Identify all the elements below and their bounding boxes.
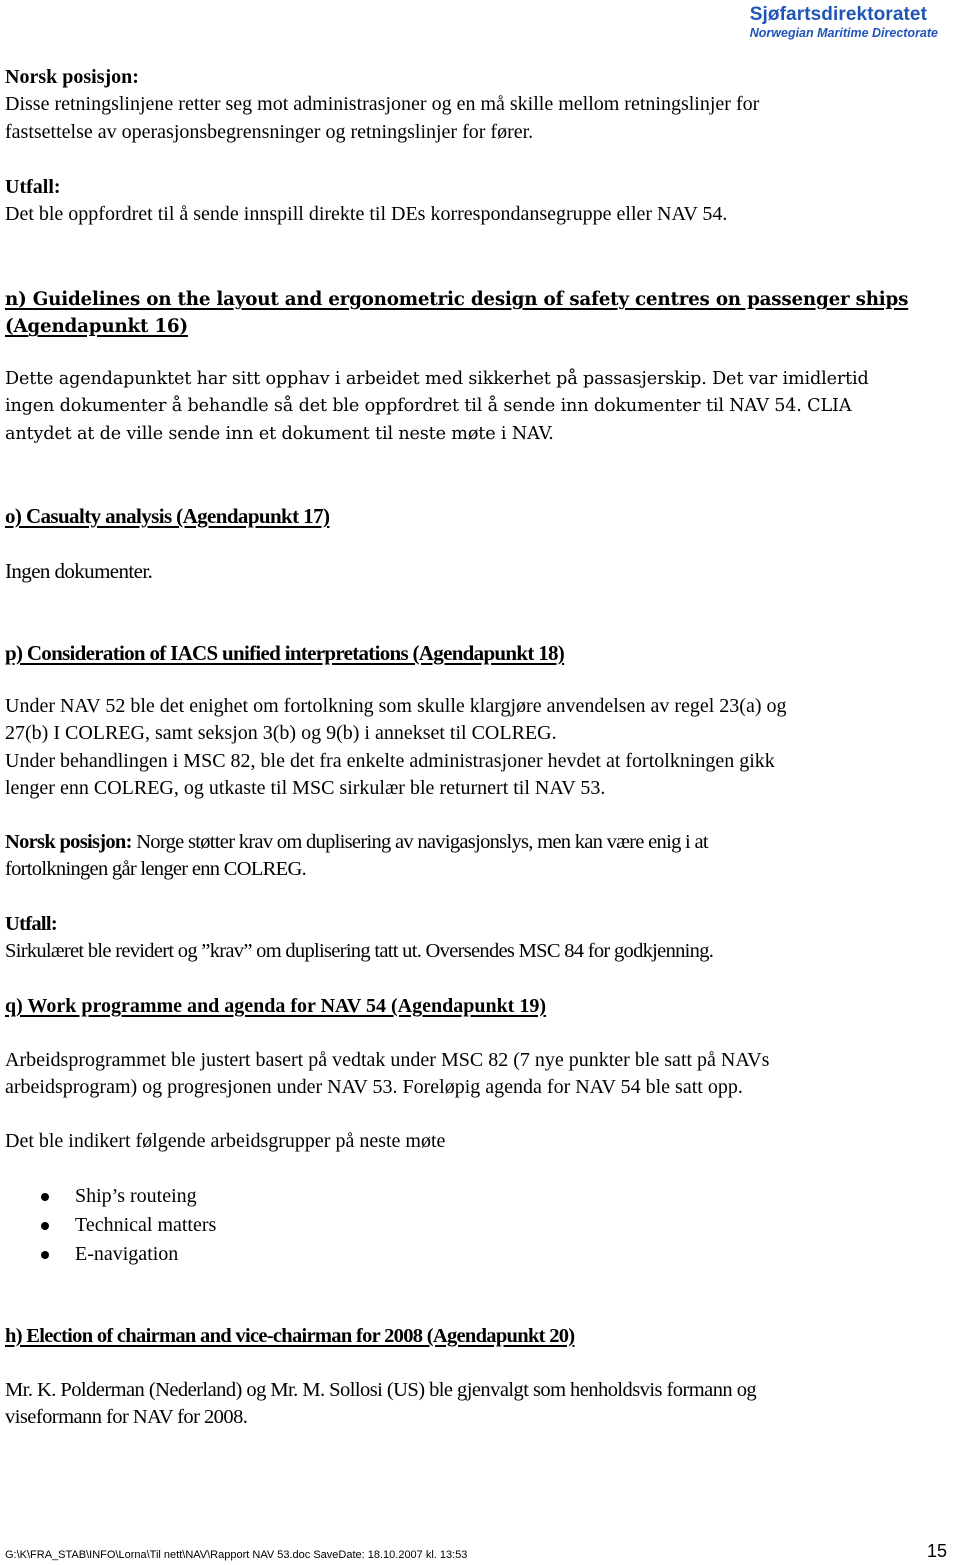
section-q: q) Work programme and agenda for NAV 54 …: [5, 993, 940, 1020]
paragraph-line: Under behandlingen i MSC 82, ble det fra…: [5, 749, 775, 772]
paragraph-line: Mr. K. Polderman (Nederland) og Mr. M. S…: [5, 1379, 757, 1401]
paragraph-text: Norge støtter krav om duplisering av nav…: [131, 831, 708, 853]
paragraph-line: fastsettelse av operasjonsbegrensninger …: [5, 120, 534, 143]
section-p-heading: p) Consideration of IACS unified interpr…: [5, 641, 565, 665]
list-item-text: Ship’s routeing: [75, 1185, 197, 1207]
bullet-icon: [41, 1222, 49, 1230]
list-item: E-navigation: [5, 1240, 940, 1269]
section-o-heading: o) Casualty analysis (Agendapunkt 17): [5, 504, 330, 528]
paragraph-line: Sirkulæret ble revidert og ”krav” om dup…: [5, 940, 714, 963]
heading-line: n) Guidelines on the layout and ergonome…: [5, 289, 909, 310]
paragraph-line: viseformann for NAV for 2008.: [5, 1406, 248, 1429]
section-p: p) Consideration of IACS unified interpr…: [5, 640, 940, 668]
section-o-body: Ingen dokumenter.: [5, 558, 940, 585]
paragraph-line: Ingen dokumenter.: [5, 559, 153, 583]
utfall-label: Utfall:: [5, 176, 61, 198]
paragraph-line: Det ble oppfordret til å sende innspill …: [5, 203, 728, 226]
bullet-icon: [41, 1193, 49, 1201]
section-n-body: Dette agendapunktet har sitt opphav i ar…: [5, 366, 940, 448]
paragraph-line: Under NAV 52 ble det enighet om fortolkn…: [5, 695, 787, 717]
intro-norsk-posisjon: Norsk posisjon: Disse retningslinjene re…: [5, 64, 940, 146]
bullet-icon: [41, 1251, 49, 1259]
paragraph-line: Disse retningslinjene retter seg mot adm…: [5, 93, 760, 116]
section-h: h) Election of chairman and vice-chairma…: [5, 1323, 940, 1350]
section-h-body: Mr. K. Polderman (Nederland) og Mr. M. S…: [5, 1377, 940, 1432]
paragraph-line: 27(b) I COLREG, samt seksjon 3(b) og 9(b…: [5, 722, 557, 745]
list-item-text: Technical matters: [75, 1214, 217, 1236]
brand-name: Sjøfartsdirektoratet: [749, 4, 928, 25]
list-item-text: E-navigation: [75, 1243, 179, 1265]
brand-logo: Sjøfartsdirektoratet Norwegian Maritime …: [750, 4, 938, 40]
paragraph-line: Arbeidsprogrammet ble justert basert på …: [5, 1049, 770, 1071]
paragraph-line: arbeidsprogram) og progresjonen under NA…: [5, 1076, 743, 1099]
section-q-body: Arbeidsprogrammet ble justert basert på …: [5, 1047, 940, 1102]
norsk-posisjon-label: Norsk posisjon:: [5, 831, 132, 853]
section-p-norsk-posisjon: Norsk posisjon: Norge støtter krav om du…: [5, 829, 940, 884]
working-groups-list: Ship’s routeing Technical matters E-navi…: [5, 1182, 940, 1269]
brand-subtitle: Norwegian Maritime Directorate: [749, 26, 938, 40]
section-p-body: Under NAV 52 ble det enighet om fortolkn…: [5, 693, 940, 802]
utfall-label: Utfall:: [5, 913, 58, 935]
list-item: Technical matters: [5, 1211, 940, 1240]
section-n-heading: n) Guidelines on the layout and ergonome…: [5, 286, 940, 341]
section-q-groups-intro: Det ble indikert følgende arbeidsgrupper…: [5, 1128, 940, 1155]
paragraph-line: antydet at de ville sende inn et dokumen…: [5, 423, 554, 444]
section-h-heading: h) Election of chairman and vice-chairma…: [5, 1325, 575, 1347]
paragraph-line: lenger enn COLREG, og utkaste til MSC si…: [5, 776, 606, 799]
paragraph-line: ingen dokumenter å behandle så det ble o…: [5, 396, 852, 417]
paragraph-line: Dette agendapunktet har sitt opphav i ar…: [5, 369, 869, 389]
list-item: Ship’s routeing: [5, 1182, 940, 1211]
footer-file-path: G:\K\FRA_STAB\INFO\Lorna\Til nett\NAV\Ra…: [5, 1549, 468, 1561]
paragraph-line: fortolkningen går lenger enn COLREG.: [5, 858, 307, 881]
heading-line: (Agendapunkt 16): [5, 316, 188, 338]
intro-utfall: Utfall: Det ble oppfordret til å sende i…: [5, 174, 940, 229]
section-o: o) Casualty analysis (Agendapunkt 17): [5, 503, 940, 531]
section-q-heading: q) Work programme and agenda for NAV 54 …: [5, 995, 547, 1017]
section-p-utfall: Utfall: Sirkulæret ble revidert og ”krav…: [5, 911, 940, 966]
page-number: 15: [926, 1541, 947, 1561]
norsk-posisjon-label: Norsk posisjon:: [5, 66, 139, 88]
paragraph-line: Det ble indikert følgende arbeidsgrupper…: [5, 1130, 446, 1152]
